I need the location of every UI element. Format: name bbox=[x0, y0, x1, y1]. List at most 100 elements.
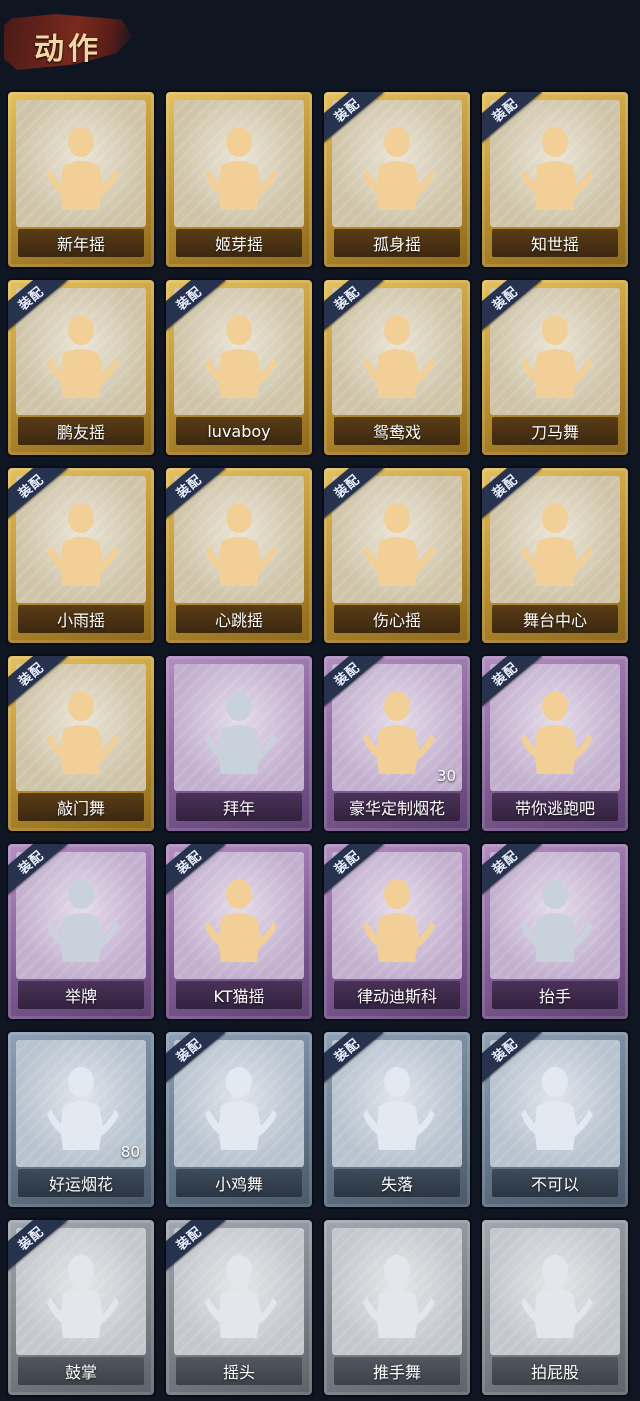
emote-name: 孤身摇 bbox=[372, 235, 421, 254]
card-label-band: 拜年 bbox=[176, 793, 302, 821]
emote-card[interactable]: 推手舞 bbox=[324, 1220, 470, 1395]
emote-card[interactable]: 30 豪华定制烟花 装配 bbox=[324, 656, 470, 831]
fireworks-icon bbox=[357, 688, 437, 778]
heart-hands-figure-icon bbox=[357, 500, 437, 590]
emote-card[interactable]: 带你逃跑吧 装配 bbox=[482, 656, 628, 831]
card-label-band: 豪华定制烟花 bbox=[334, 793, 460, 821]
card-label-band: 姬芽摇 bbox=[176, 229, 302, 257]
emote-name: 敲门舞 bbox=[56, 799, 105, 818]
pose-figure-icon bbox=[199, 124, 279, 214]
card-label-band: 小雨摇 bbox=[18, 605, 144, 633]
card-label-band: 伤心摇 bbox=[334, 605, 460, 633]
pose-figure-icon bbox=[515, 124, 595, 214]
pose-figure-icon bbox=[199, 1064, 279, 1154]
emote-card[interactable]: 拍屁股 bbox=[482, 1220, 628, 1395]
emote-name: 推手舞 bbox=[372, 1363, 421, 1382]
emote-card[interactable]: 敲门舞 装配 bbox=[8, 656, 154, 831]
card-label-band: 律动迪斯科 bbox=[334, 981, 460, 1009]
pose-figure-icon bbox=[41, 124, 121, 214]
card-label-band: 鸳鸯戏 bbox=[334, 417, 460, 445]
clap-hands-icon bbox=[41, 1252, 121, 1342]
card-label-band: 心跳摇 bbox=[176, 605, 302, 633]
card-label-band: KT猫摇 bbox=[176, 981, 302, 1009]
card-label-band: 鼓掌 bbox=[18, 1357, 144, 1385]
emote-name: 摇头 bbox=[222, 1363, 255, 1382]
emote-name: 举牌 bbox=[64, 987, 97, 1006]
emote-card[interactable]: 知世摇 装配 bbox=[482, 92, 628, 267]
card-label-band: 失落 bbox=[334, 1169, 460, 1197]
card-label-band: 推手舞 bbox=[334, 1357, 460, 1385]
emote-card[interactable]: 心跳摇 装配 bbox=[166, 468, 312, 643]
card-label-band: 抬手 bbox=[492, 981, 618, 1009]
emote-card[interactable]: 鼓掌 装配 bbox=[8, 1220, 154, 1395]
emote-name: 好运烟花 bbox=[48, 1175, 113, 1194]
emote-card[interactable]: 律动迪斯科 装配 bbox=[324, 844, 470, 1019]
emote-card[interactable]: 失落 装配 bbox=[324, 1032, 470, 1207]
item-count: 80 bbox=[120, 1143, 140, 1161]
emote-name: 拍屁股 bbox=[530, 1363, 579, 1382]
emote-name: 心跳摇 bbox=[214, 611, 263, 630]
disco-figure-icon bbox=[357, 876, 437, 966]
pose-figure-icon bbox=[199, 312, 279, 402]
emote-card[interactable]: 摇头 装配 bbox=[166, 1220, 312, 1395]
item-count: 30 bbox=[436, 767, 456, 785]
emote-name: 失落 bbox=[380, 1175, 413, 1194]
firecracker-icon bbox=[41, 1064, 121, 1154]
emote-card[interactable]: 姬芽摇 bbox=[166, 92, 312, 267]
bow-figure-icon bbox=[199, 688, 279, 778]
emote-card[interactable]: 举牌 装配 bbox=[8, 844, 154, 1019]
emote-name: 豪华定制烟花 bbox=[348, 799, 445, 818]
card-label-band: 摇头 bbox=[176, 1357, 302, 1385]
emote-name: 姬芽摇 bbox=[214, 235, 263, 254]
card-label-band: luvaboy bbox=[176, 417, 302, 445]
emote-name: 鸳鸯戏 bbox=[372, 423, 421, 442]
card-label-band: 刀马舞 bbox=[492, 417, 618, 445]
emote-card[interactable]: 鹏友摇 装配 bbox=[8, 280, 154, 455]
emote-card[interactable]: 拜年 bbox=[166, 656, 312, 831]
card-label-band: 舞台中心 bbox=[492, 605, 618, 633]
emote-card[interactable]: 孤身摇 装配 bbox=[324, 92, 470, 267]
pose-figure-icon bbox=[199, 876, 279, 966]
pose-figure-icon bbox=[41, 500, 121, 590]
pose-figure-icon bbox=[357, 1252, 437, 1342]
pose-figure-icon bbox=[515, 312, 595, 402]
pose-figure-icon bbox=[515, 500, 595, 590]
emote-card[interactable]: 不可以 装配 bbox=[482, 1032, 628, 1207]
card-label-band: 小鸡舞 bbox=[176, 1169, 302, 1197]
emote-name: 刀马舞 bbox=[530, 423, 579, 442]
emote-name: 知世摇 bbox=[530, 235, 579, 254]
emote-card[interactable]: KT猫摇 装配 bbox=[166, 844, 312, 1019]
pose-figure-icon bbox=[515, 688, 595, 778]
finger-wag-icon bbox=[515, 1064, 595, 1154]
crawl-figure-icon bbox=[357, 1064, 437, 1154]
emote-name: 带你逃跑吧 bbox=[514, 799, 595, 818]
emote-card[interactable]: 小雨摇 装配 bbox=[8, 468, 154, 643]
pose-figure-icon bbox=[357, 312, 437, 402]
emote-card[interactable]: luvaboy 装配 bbox=[166, 280, 312, 455]
emote-card[interactable]: 新年摇 bbox=[8, 92, 154, 267]
emote-card[interactable]: 刀马舞 装配 bbox=[482, 280, 628, 455]
emote-card[interactable]: 伤心摇 装配 bbox=[324, 468, 470, 643]
emote-name: 不可以 bbox=[530, 1175, 579, 1194]
pose-figure-icon bbox=[41, 688, 121, 778]
card-label-band: 不可以 bbox=[492, 1169, 618, 1197]
card-label-band: 带你逃跑吧 bbox=[492, 793, 618, 821]
card-label-band: 知世摇 bbox=[492, 229, 618, 257]
emote-card[interactable]: 抬手 装配 bbox=[482, 844, 628, 1019]
emote-card[interactable]: 舞台中心 装配 bbox=[482, 468, 628, 643]
card-label-band: 好运烟花 bbox=[18, 1169, 144, 1197]
pose-figure-icon bbox=[199, 1252, 279, 1342]
emote-name: 小鸡舞 bbox=[214, 1175, 263, 1194]
emote-name: 拜年 bbox=[222, 799, 255, 818]
emote-name: 舞台中心 bbox=[522, 611, 587, 630]
emote-name: 律动迪斯科 bbox=[356, 987, 437, 1006]
emote-card[interactable]: 鸳鸯戏 装配 bbox=[324, 280, 470, 455]
emote-name: luvaboy bbox=[207, 421, 271, 441]
card-label-band: 举牌 bbox=[18, 981, 144, 1009]
emote-card[interactable]: 小鸡舞 装配 bbox=[166, 1032, 312, 1207]
emote-name: 鹏友摇 bbox=[56, 423, 105, 442]
emote-card[interactable]: 80 好运烟花 bbox=[8, 1032, 154, 1207]
sign-figure-icon bbox=[41, 876, 121, 966]
pose-figure-icon bbox=[515, 1252, 595, 1342]
emote-name: KT猫摇 bbox=[213, 987, 265, 1006]
